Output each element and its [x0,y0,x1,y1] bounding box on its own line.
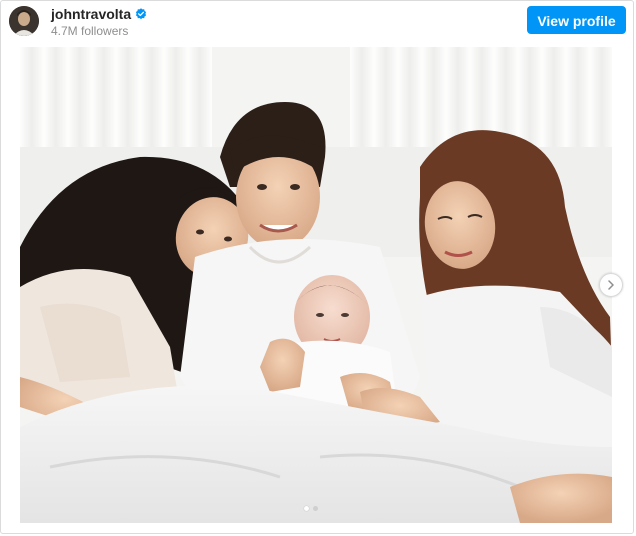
user-block: johntravolta 4.7M followers [51,6,147,38]
carousel-dot-1 [304,506,309,511]
post-image[interactable] [20,47,612,523]
chevron-right-icon [608,280,614,290]
carousel-next-button[interactable] [599,273,623,297]
view-profile-button[interactable]: View profile [527,6,626,34]
carousel-indicator [304,506,318,511]
post-header: johntravolta 4.7M followers View profile [9,6,627,38]
instagram-embed-card: johntravolta 4.7M followers View profile [0,0,634,534]
username[interactable]: johntravolta [51,6,131,22]
profile-avatar[interactable] [9,6,39,36]
username-row: johntravolta [51,6,147,22]
verified-badge-icon [136,8,147,20]
avatar-icon [9,6,39,36]
carousel-dot-2 [313,506,318,511]
follower-count: 4.7M followers [51,24,129,38]
photo-icon [20,47,612,523]
